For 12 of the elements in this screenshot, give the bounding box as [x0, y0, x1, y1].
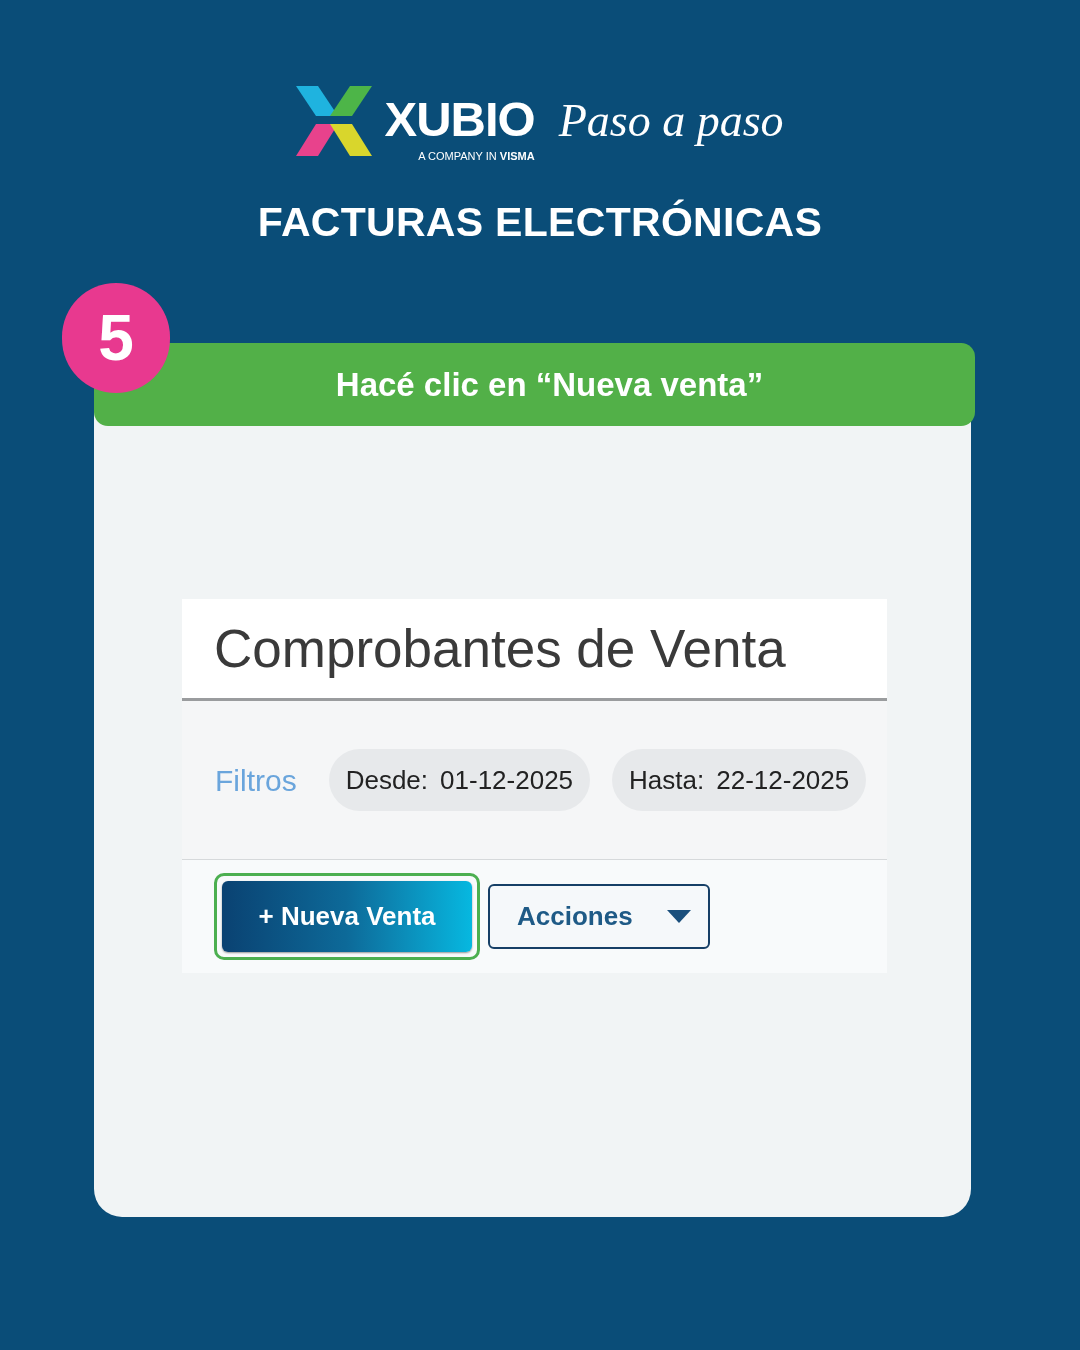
- brand-name: XUBIO: [384, 94, 535, 144]
- x-logo-icon: [296, 86, 373, 156]
- date-filter-chip[interactable]: Desde: 01-12-2025: [328, 749, 591, 811]
- filters-label: Filtros: [215, 762, 297, 799]
- script-heading: Paso a paso: [558, 96, 784, 146]
- actions-dropdown[interactable]: Acciones: [488, 884, 710, 949]
- new-sale-button[interactable]: + Nueva Venta: [222, 881, 472, 952]
- date-filter-chip[interactable]: Hasta: 22-12-2025: [612, 749, 867, 811]
- screen-title: Comprobantes de Venta: [214, 617, 786, 680]
- brand-tagline: A COMPANY IN VISMA: [418, 149, 535, 163]
- caret-down-icon: [667, 910, 691, 923]
- page-title: FACTURAS ELECTRÓNICAS: [257, 198, 823, 247]
